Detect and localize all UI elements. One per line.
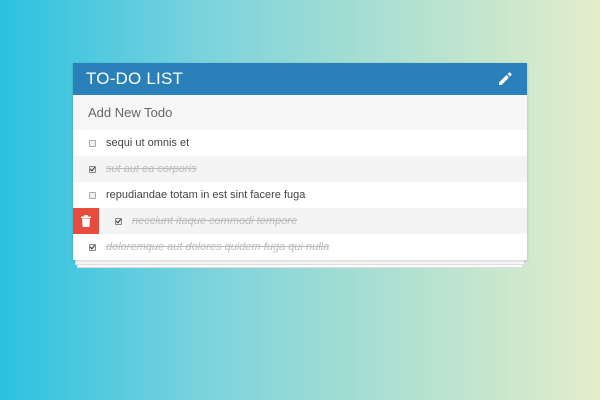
- pencil-icon[interactable]: [496, 70, 514, 88]
- todo-item[interactable]: sequi ut omnis et: [73, 130, 527, 156]
- todo-item[interactable]: doloremque aut dolores quidem fuga qui n…: [73, 234, 527, 260]
- todo-item[interactable]: repudiandae totam in est sint facere fug…: [73, 182, 527, 208]
- todo-list: sequi ut omnis et sut aut ea corporis re…: [73, 130, 527, 260]
- todo-checkbox[interactable]: [89, 191, 96, 199]
- todo-text: sequi ut omnis et: [106, 137, 190, 149]
- add-todo-input[interactable]: [73, 95, 527, 130]
- todo-header: TO-DO LIST: [73, 63, 527, 95]
- todo-title: TO-DO LIST: [86, 69, 184, 88]
- todo-text: sut aut ea corporis: [106, 163, 197, 175]
- todo-checkbox[interactable]: [89, 139, 96, 147]
- todo-text: repudiandae totam in est sint facere fug…: [106, 189, 306, 201]
- todo-card-stack: TO-DO LIST sequi ut omnis et sut aut ea …: [73, 63, 527, 268]
- todo-text: necciunt itaque commodi tempore: [132, 215, 298, 227]
- todo-checkbox[interactable]: [89, 243, 96, 251]
- todo-card: TO-DO LIST sequi ut omnis et sut aut ea …: [73, 63, 527, 260]
- todo-item[interactable]: sut aut ea corporis: [73, 156, 527, 182]
- trash-icon: [81, 215, 91, 227]
- todo-text: doloremque aut dolores quidem fuga qui n…: [106, 241, 330, 253]
- delete-button[interactable]: [73, 208, 99, 234]
- todo-checkbox[interactable]: [115, 217, 122, 225]
- todo-item[interactable]: necciunt itaque commodi tempore: [73, 208, 527, 234]
- todo-checkbox[interactable]: [89, 165, 96, 173]
